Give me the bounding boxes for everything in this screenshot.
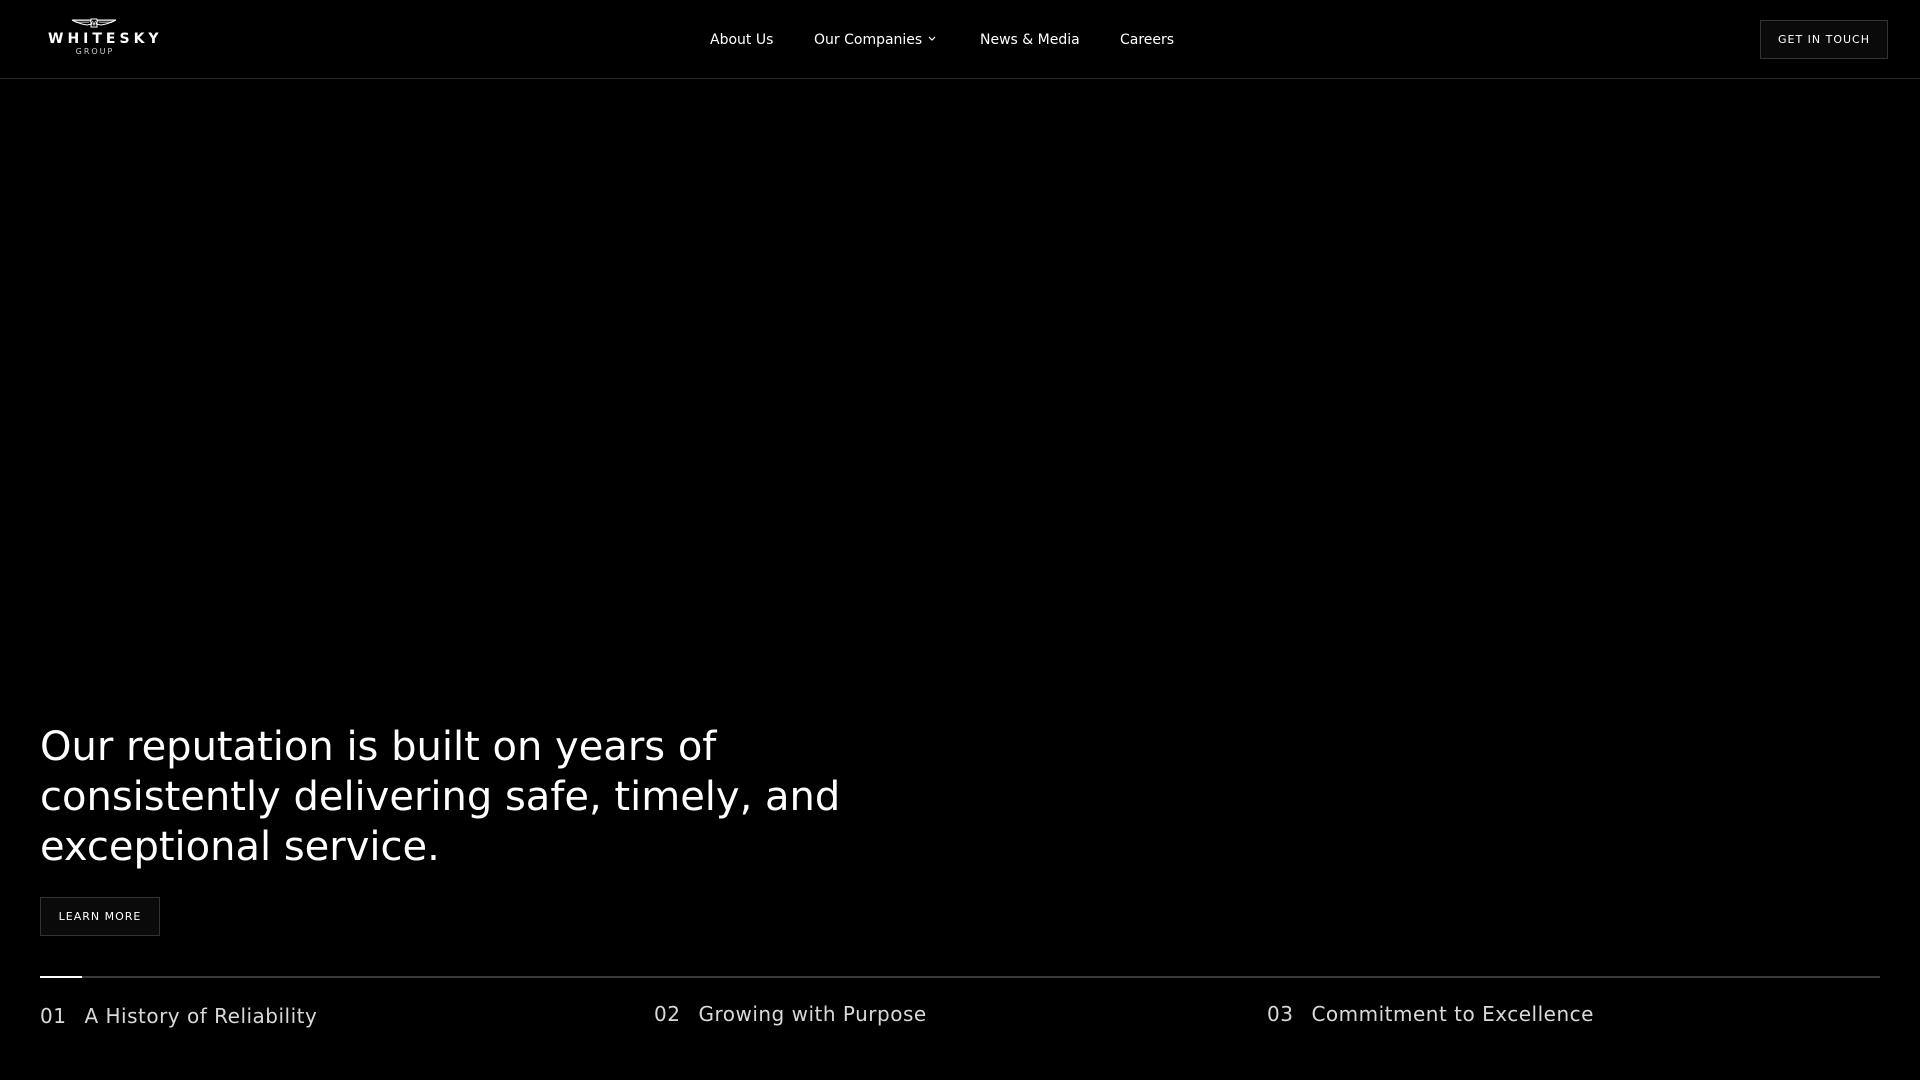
slide-label: A History of Reliability	[84, 1004, 318, 1028]
get-in-touch-button[interactable]: GET IN TOUCH	[1760, 20, 1888, 59]
slide-tab-3[interactable]: 03 Commitment to Excellence	[1267, 1002, 1594, 1026]
slide-progress-fill	[40, 976, 83, 978]
nav-item-careers[interactable]: Careers	[1120, 31, 1174, 49]
slide-label: Commitment to Excellence	[1311, 1002, 1594, 1026]
slide-tab-2[interactable]: 02 Growing with Purpose	[654, 1002, 927, 1026]
site-header: WHITESKY GROUP About Us Our Companies Ne…	[0, 0, 1920, 79]
slide-label: Growing with Purpose	[698, 1002, 927, 1026]
nav-item-about-us[interactable]: About Us	[710, 31, 773, 49]
chevron-down-icon	[928, 36, 936, 41]
slide-number: 01	[40, 1004, 67, 1028]
slide-tab-1[interactable]: 01 A History of Reliability	[40, 1004, 317, 1028]
nav-item-news-media[interactable]: News & Media	[980, 31, 1080, 49]
slide-progress-track	[40, 976, 1880, 978]
slide-number: 02	[654, 1002, 681, 1026]
nav-item-our-companies[interactable]: Our Companies	[814, 31, 936, 49]
hero-headline: Our reputation is built on years of cons…	[40, 724, 841, 870]
slide-number: 03	[1267, 1002, 1294, 1026]
learn-more-button[interactable]: LEARN MORE	[40, 897, 160, 936]
page: WHITESKY GROUP About Us Our Companies Ne…	[0, 0, 1920, 1080]
main-nav: About Us Our Companies News & Media Care…	[0, 0, 1920, 79]
nav-item-label: Our Companies	[814, 32, 923, 48]
